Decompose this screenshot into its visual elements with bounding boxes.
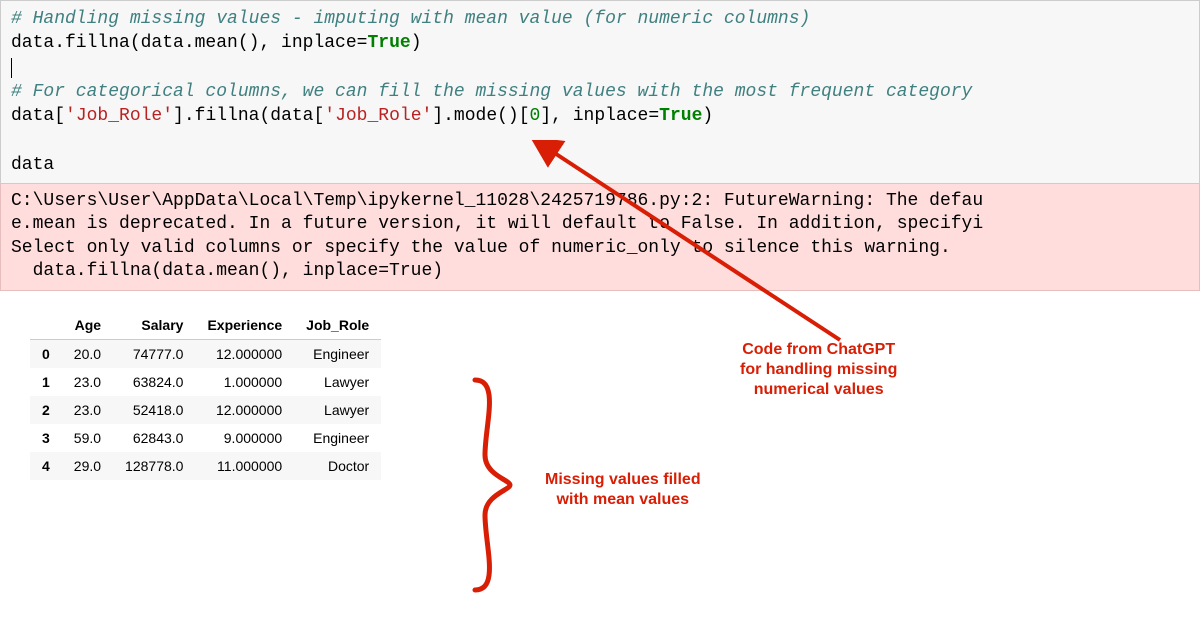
code-cell[interactable]: # Handling missing values - imputing wit… bbox=[0, 0, 1200, 184]
col-salary: Salary bbox=[113, 311, 195, 340]
dataframe-output: Age Salary Experience Job_Role 0 20.0 74… bbox=[30, 311, 381, 480]
code-line-7: data bbox=[11, 155, 54, 175]
warning-output: C:\Users\User\AppData\Local\Temp\ipykern… bbox=[0, 184, 1200, 291]
warning-line-3: Select only valid columns or specify the… bbox=[11, 238, 951, 258]
warning-line-2: e.mean is deprecated. In a future versio… bbox=[11, 214, 983, 234]
table-row: 4 29.0 128778.0 11.000000 Doctor bbox=[30, 452, 381, 480]
table-header: Age Salary Experience Job_Role bbox=[30, 311, 381, 340]
table-row: 1 23.0 63824.0 1.000000 Lawyer bbox=[30, 368, 381, 396]
col-job-role: Job_Role bbox=[294, 311, 381, 340]
warning-line-4: data.fillna(data.mean(), inplace=True) bbox=[11, 261, 443, 281]
table-row: 0 20.0 74777.0 12.000000 Engineer bbox=[30, 339, 381, 368]
text-cursor bbox=[11, 58, 12, 78]
annotation-arrow-label: Code from ChatGPTfor handling missingnum… bbox=[740, 340, 897, 400]
code-line-2: data.fillna(data.mean(), inplace=True) bbox=[11, 33, 422, 53]
col-age: Age bbox=[62, 311, 113, 340]
table-row: 2 23.0 52418.0 12.000000 Lawyer bbox=[30, 396, 381, 424]
annotation-brace-label: Missing values filledwith mean values bbox=[545, 470, 701, 510]
table-row: 3 59.0 62843.0 9.000000 Engineer bbox=[30, 424, 381, 452]
brace-icon bbox=[460, 375, 520, 595]
code-comment-1: # Handling missing values - imputing wit… bbox=[11, 9, 810, 29]
code-line-5: data['Job_Role'].fillna(data['Job_Role']… bbox=[11, 106, 713, 126]
col-experience: Experience bbox=[195, 311, 294, 340]
code-comment-2: # For categorical columns, we can fill t… bbox=[11, 82, 972, 102]
warning-line-1: C:\Users\User\AppData\Local\Temp\ipykern… bbox=[11, 191, 983, 211]
col-index bbox=[30, 311, 62, 340]
